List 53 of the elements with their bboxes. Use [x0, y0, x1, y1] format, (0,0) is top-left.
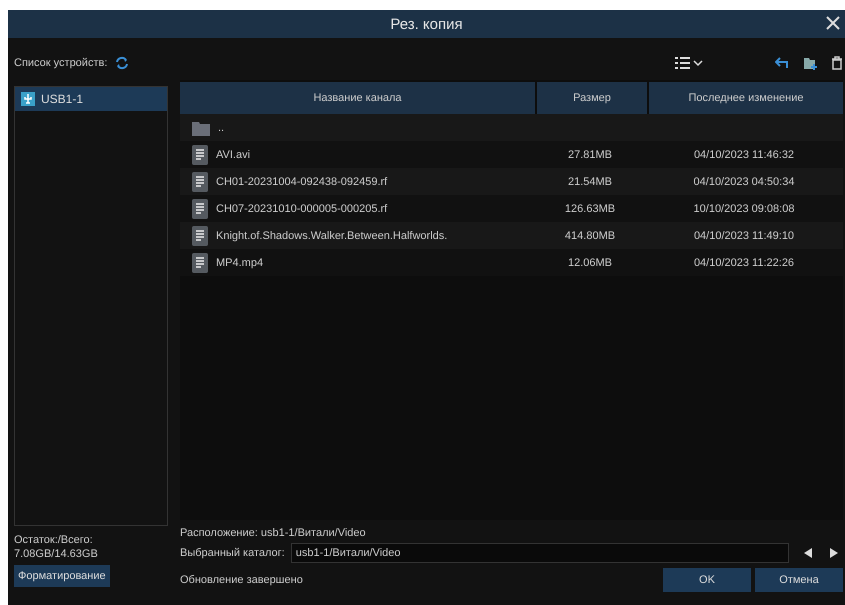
document-icon	[192, 144, 208, 164]
close-icon	[825, 15, 841, 31]
file-row[interactable]: MP4.mp4 12.06MB 04/10/2023 11:22:26	[180, 249, 843, 276]
file-name: ..	[218, 122, 224, 134]
document-icon	[192, 252, 208, 272]
dialog-button[interactable]: Отмена	[755, 568, 843, 592]
storage-label: Остаток:/Всего:	[14, 534, 94, 546]
device-item[interactable]: USB1-1	[15, 87, 167, 111]
file-name: CH07-20231010-000005-000205.rf	[216, 202, 388, 214]
file-name: AVI.avi	[216, 148, 250, 160]
refresh-icon[interactable]	[115, 56, 130, 70]
document-icon	[192, 172, 208, 192]
file-row[interactable]: CH07-20231010-000005-000205.rf 126.63MB 10/10/2023 09:08:08	[180, 195, 843, 222]
location-text: Расположение: usb1-1/Витали/Video	[180, 527, 367, 539]
window-title: Рез. копия	[390, 16, 463, 32]
next-arrow-icon[interactable]	[829, 547, 839, 559]
file-row[interactable]: CH01-20231004-092438-092459.rf 21.54MB 04/10/2023 04:50:34	[180, 168, 843, 195]
column-header[interactable]: Название канала	[180, 82, 535, 114]
modified-date: 04/10/2023 11:22:26	[694, 256, 794, 268]
column-header[interactable]: Последнее изменение	[649, 82, 843, 114]
file-name: CH01-20231004-092438-092459.rf	[216, 176, 388, 188]
file-row[interactable]: ..	[180, 114, 843, 141]
usb-icon	[21, 92, 35, 106]
file-size: 27.81MB	[568, 148, 612, 160]
file-size: 21.54MB	[568, 176, 612, 188]
file-name: MP4.mp4	[216, 256, 264, 268]
folder-icon	[192, 120, 210, 136]
document-icon	[192, 198, 208, 218]
dialog-button[interactable]: OK	[663, 568, 751, 592]
new-folder-icon[interactable]	[803, 56, 817, 70]
modified-date: 04/10/2023 11:46:32	[694, 148, 794, 160]
storage-value: 7.08GB/14.63GB	[14, 548, 99, 560]
selected-directory-label: Выбранный каталог:	[180, 547, 285, 559]
device-list-label: Список устройств:	[14, 57, 108, 69]
modified-date: 10/10/2023 09:08:08	[694, 202, 794, 214]
list-view-icon[interactable]	[675, 56, 703, 70]
document-icon	[192, 226, 208, 246]
modified-date: 04/10/2023 11:49:10	[694, 230, 794, 242]
modified-date: 04/10/2023 04:50:34	[694, 176, 794, 188]
back-arrow-icon[interactable]	[775, 57, 789, 69]
file-size: 126.63MB	[564, 202, 616, 214]
file-row[interactable]: AVI.avi 27.81MB 04/10/2023 11:46:32	[180, 141, 843, 168]
status-text: Обновление завершено	[180, 574, 303, 586]
format-button[interactable]: Форматирование	[14, 565, 110, 587]
trash-icon[interactable]	[831, 56, 843, 70]
selected-directory-field[interactable]: usb1-1/Витали/Video	[290, 543, 789, 563]
close-button[interactable]	[825, 15, 841, 31]
column-header[interactable]: Размер	[537, 82, 647, 114]
file-row[interactable]: Knight.of.Shadows.Walker.Between.Halfworlds. 414.80MB 04/10/2023 11:49:10	[180, 222, 843, 249]
file-name: Knight.of.Shadows.Walker.Between.Halfworlds.	[216, 230, 448, 242]
file-size: 414.80MB	[564, 230, 616, 242]
file-size: 12.06MB	[568, 256, 612, 268]
previous-arrow-icon[interactable]	[803, 547, 813, 559]
